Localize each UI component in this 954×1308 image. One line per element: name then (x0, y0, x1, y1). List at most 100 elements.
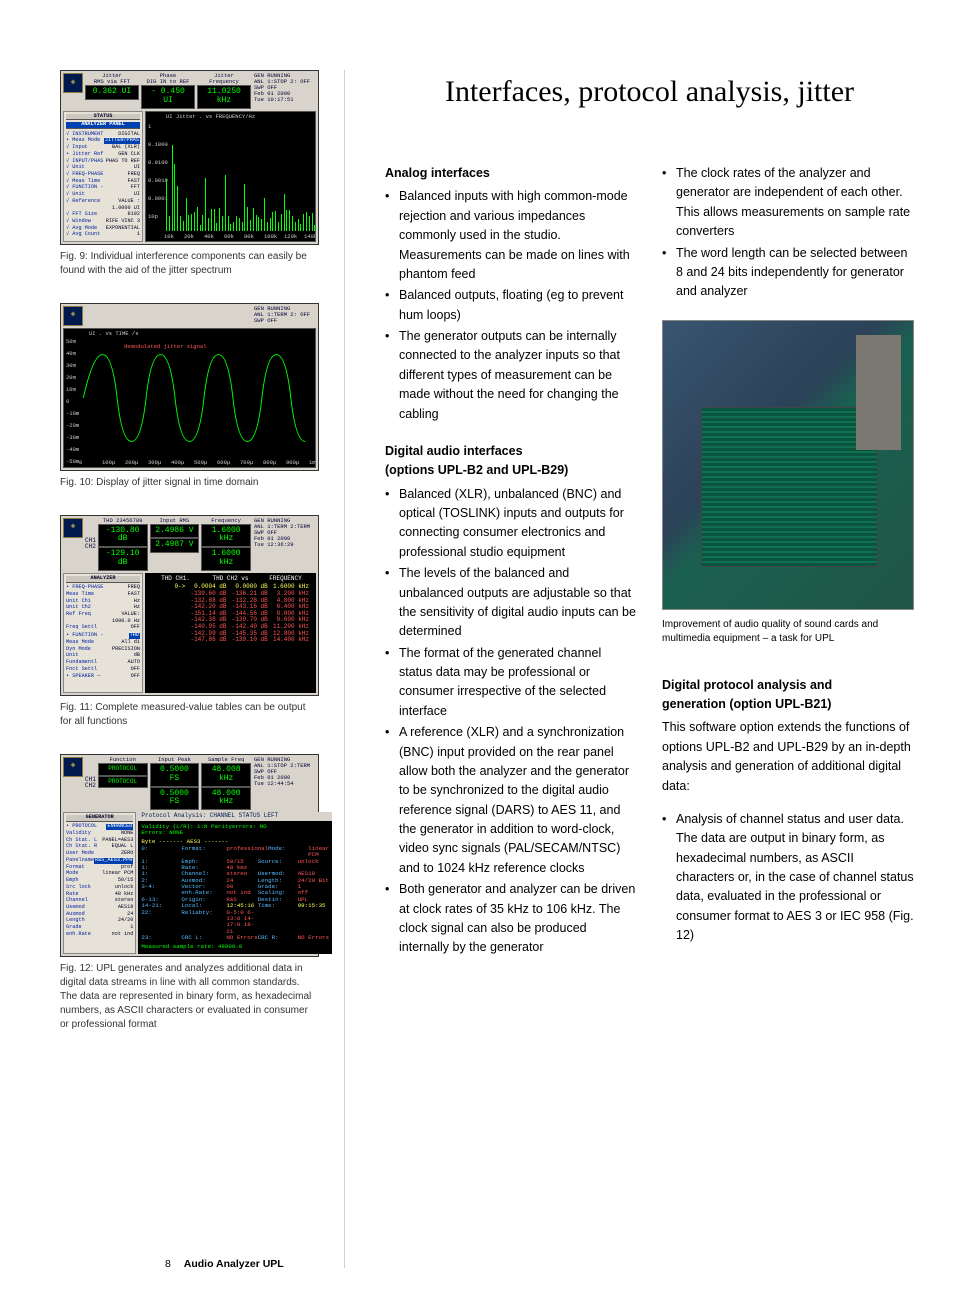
fig11-side-panel: ANALYZER • FREQ-PHASEFREQ Meas TimeFAST … (63, 573, 143, 693)
status-line: SWP OFF (254, 318, 316, 324)
ch2-thd: -129.10 dB (98, 547, 148, 571)
x-tick: 900µ (286, 460, 299, 466)
y-tick: 40m (66, 351, 76, 357)
fig9-m1-val: 0.362 UI (85, 85, 139, 100)
y-tick: 20m (66, 375, 76, 381)
figure-12: ◈ CH1 CH2 Function PROTOCOL PROTOCOL Inp… (60, 754, 319, 1032)
brand-logo-icon: ◈ (63, 73, 83, 93)
fig11-instrument: ◈ CH1 CH2 THD 23456789 -130.80 dB -129.1… (60, 515, 319, 696)
list-item: A reference (XLR) and a synchronization … (385, 723, 637, 878)
fig11-table: THD CH1. THD CH2 vs FREQUENCY 0->0.0004 … (145, 573, 316, 693)
fig12-protocol-area: Protocol Analysis: CHANNEL STATUS LEFT V… (138, 812, 332, 954)
fig12-caption: Fig. 12: UPL generates and analyzes addi… (60, 962, 319, 1032)
th: THD CH1. (148, 576, 203, 583)
proto-row: 23:CRC L:NO ErrorsCRC R:NO Errors (141, 935, 329, 941)
list-item: Balanced (XLR), unbalanced (BNC) and opt… (385, 485, 637, 563)
heading-analog: Analog interfaces (385, 164, 637, 183)
y-tick: 10p (148, 214, 158, 220)
fig10-time-plot: UI . vs TIME /s demodulated jitter signa… (63, 328, 316, 468)
figure-11: ◈ CH1 CH2 THD 23456789 -130.80 dB -129.1… (60, 515, 319, 729)
page-footer: 8 Audio Analyzer UPL (165, 1258, 284, 1270)
heading-digital-a: Digital audio interfaces (385, 442, 637, 461)
x-tick: 700µ (240, 460, 253, 466)
page-title: Interfaces, protocol analysis, jitter (385, 75, 914, 109)
m3-v1: 48.008 kHz (201, 763, 251, 787)
fig12-status: GEN RUNNING ANL 1:STOP 2:TERM SWP OFF Fe… (251, 757, 316, 810)
protocol-para: This software option extends the functio… (662, 718, 914, 796)
ch2-val: PROTOCOL (98, 776, 148, 789)
x-tick: 600µ (217, 460, 230, 466)
y-tick: 0 (66, 399, 69, 405)
pcb-photo (662, 320, 914, 610)
y-tick: -20m (66, 423, 79, 429)
figure-9: ◈ Jitter RMS via FFT 0.362 UI Phase DIG … (60, 70, 319, 278)
m2-v1: 0.5000 FS (150, 763, 200, 787)
list-item: The levels of the balanced and unbalance… (385, 564, 637, 642)
x-tick: 200µ (125, 460, 138, 466)
list-item: Balanced outputs, floating (eg to preven… (385, 286, 637, 325)
brand-logo-icon: ◈ (63, 518, 83, 538)
heading-digital-b: (options UPL-B2 and UPL-B29) (385, 461, 637, 480)
panel-row: Fnct SettlOFF (66, 666, 140, 673)
fig10-status: GEN RUNNING ANL 1:TERM 2: OFF SWP OFF (251, 306, 316, 326)
panel-row: • SPEAKER —OFF (66, 674, 140, 681)
fig9-caption: Fig. 9: Individual interference componen… (60, 250, 319, 278)
x-tick: 40k (204, 234, 214, 240)
fig10-instrument: ◈ GEN RUNNING ANL 1:TERM 2: OFF SWP OFF … (60, 303, 319, 471)
pcb-caption: Improvement of audio quality of sound ca… (662, 618, 914, 646)
y-tick: -50m (66, 459, 79, 465)
proto-line: Errors: NONE (141, 830, 329, 836)
fig9-instrument: ◈ Jitter RMS via FFT 0.362 UI Phase DIG … (60, 70, 319, 245)
panel-row: Meas TimeFAST (66, 591, 140, 598)
y-tick: -10m (66, 411, 79, 417)
list-item: The format of the generated channel stat… (385, 644, 637, 722)
m3-v2: 48.000 kHz (201, 787, 251, 811)
panel-header: ANALYZER (66, 576, 140, 583)
x-tick: 60k (224, 234, 234, 240)
list-protocol: Analysis of channel status and user data… (662, 810, 914, 946)
x-tick: 500µ (194, 460, 207, 466)
m2-v1: 2.4986 V (150, 524, 200, 539)
list-digital: Balanced (XLR), unbalanced (BNC) and opt… (385, 485, 637, 958)
m2-v2: 2.4987 V (150, 538, 200, 553)
list-digital-cont: The clock rates of the analyzer and gene… (662, 164, 914, 302)
right-column: Interfaces, protocol analysis, jitter An… (375, 70, 914, 1268)
page-number: 8 (165, 1258, 171, 1270)
x-tick: 100µ (102, 460, 115, 466)
m3-v1: 1.6000 kHz (201, 524, 251, 548)
y-tick: 0.0010 (148, 178, 168, 184)
ch1-thd: -130.80 dB (98, 524, 148, 548)
x-tick: 400µ (171, 460, 184, 466)
brand-logo-icon: ◈ (63, 306, 83, 326)
ch1-val: PROTOCOL (98, 763, 148, 776)
status-time: Tue 12:36:29 (254, 542, 316, 548)
y-tick: 0.1000 (148, 142, 168, 148)
x-tick: 140k (304, 234, 316, 240)
figure-10: ◈ GEN RUNNING ANL 1:TERM 2: OFF SWP OFF … (60, 303, 319, 490)
y-tick: -40m (66, 447, 79, 453)
panel-row: Freq SettlOFF (66, 625, 140, 632)
panel-row: √ Avg Count1 (66, 232, 140, 239)
book-title: Audio Analyzer UPL (184, 1258, 284, 1270)
fig9-m2-val: - 0.450 UI (141, 85, 195, 109)
list-item: Analysis of channel status and user data… (662, 810, 914, 946)
list-item: The word length can be selected between … (662, 244, 914, 302)
proto-footer: Measured sample rate: 48000.0 (141, 944, 329, 950)
left-column: ◈ Jitter RMS via FFT 0.362 UI Phase DIG … (60, 70, 345, 1268)
panel-header: GENERATOR (66, 815, 133, 822)
fig12-instrument: ◈ CH1 CH2 Function PROTOCOL PROTOCOL Inp… (60, 754, 319, 957)
y-tick: 10m (66, 387, 76, 393)
table-row: -147.86 dB-139.10 dB14.400 kHz (148, 637, 313, 644)
fig12-side-panel: GENERATOR • PROTOCOLENHANCED ValidityNON… (63, 812, 136, 954)
y-tick: 50m (66, 339, 76, 345)
status-time: Tue 12:44:54 (254, 781, 316, 787)
th: THD CH2 vs (203, 576, 258, 583)
proto-title: Protocol Analysis: CHANNEL STATUS LEFT (138, 812, 332, 821)
text-column-1: Analog interfaces Balanced inputs with h… (385, 164, 637, 976)
fig11-caption: Fig. 11: Complete measured-value tables … (60, 701, 319, 729)
fig9-side-panel: STATUS ANALYZER PANEL √ INSTRUMENTDIGITA… (63, 111, 143, 242)
y-tick: -30m (66, 435, 79, 441)
ch2-label: CH2 (85, 544, 96, 551)
x-tick: 0 (79, 460, 82, 466)
y-tick: 30m (66, 363, 76, 369)
